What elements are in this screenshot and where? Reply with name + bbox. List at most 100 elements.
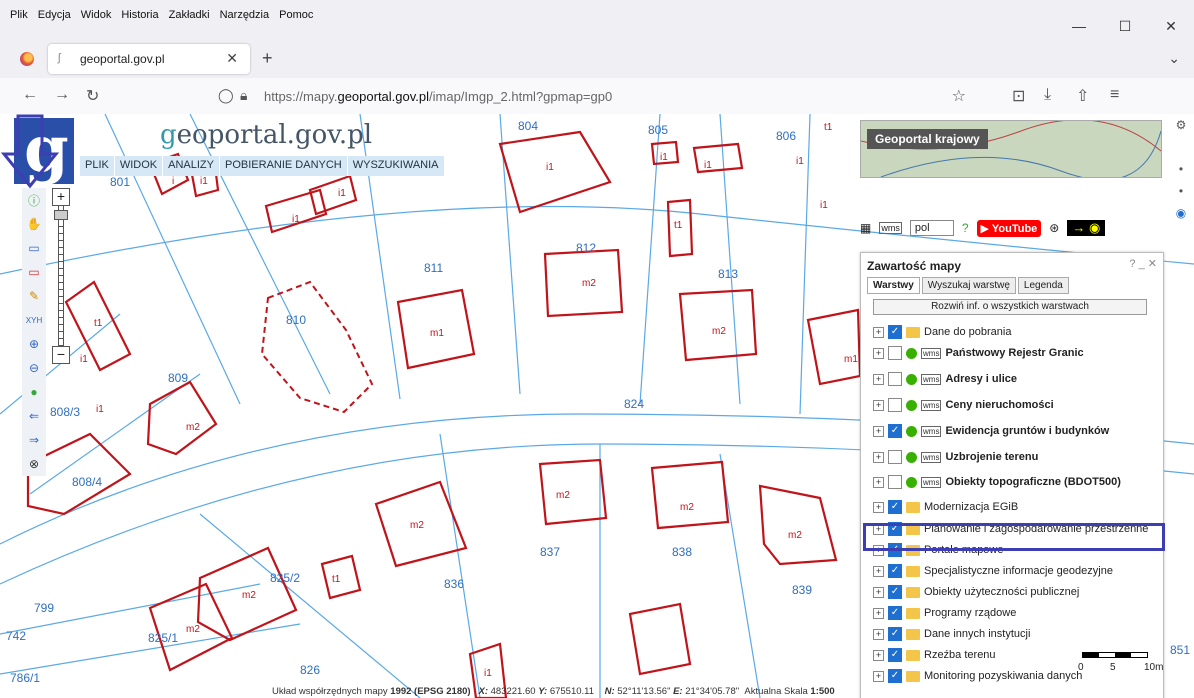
menu-historia[interactable]: Historia: [121, 9, 158, 21]
layer-checkbox[interactable]: [888, 450, 902, 464]
expand-plus-icon[interactable]: +: [873, 565, 884, 577]
globe-icon[interactable]: ●: [22, 380, 46, 404]
wms-icon[interactable]: wms: [879, 222, 902, 234]
panel-controls[interactable]: ? _ ✕: [1129, 257, 1157, 270]
accessibility-icon[interactable]: ⊛: [1049, 221, 1059, 235]
layer-checkbox[interactable]: ✓: [888, 585, 902, 599]
layer-row[interactable]: + wms Państwowy Rejestr Granic: [873, 344, 1084, 362]
menu-plik-site[interactable]: PLIK: [80, 156, 115, 176]
expand-plus-icon[interactable]: +: [873, 501, 884, 513]
maximize-button[interactable]: ☐: [1102, 18, 1148, 35]
forward-button[interactable]: →: [54, 86, 70, 104]
new-tab-button[interactable]: +: [262, 48, 273, 69]
back-button[interactable]: ←: [22, 86, 38, 104]
layer-checkbox[interactable]: ✓: [888, 648, 902, 662]
dot-icon[interactable]: •: [1168, 184, 1194, 198]
deselect-rect-icon[interactable]: ▭: [22, 260, 46, 284]
contrast-eye-icon[interactable]: → ◉: [1067, 220, 1106, 236]
minimize-button[interactable]: —: [1056, 18, 1102, 35]
downloads-icon[interactable]: ⤓: [1044, 86, 1051, 104]
clear-icon[interactable]: ⊗: [22, 452, 46, 476]
layer-row[interactable]: + ✓ Programy rządowe: [873, 604, 1016, 622]
expand-all-button[interactable]: Rozwiń inf. o wszystkich warstwach: [873, 299, 1147, 315]
expand-plus-icon[interactable]: +: [873, 670, 884, 682]
close-tab-icon[interactable]: ✕: [226, 50, 238, 67]
layer-checkbox[interactable]: ✓: [888, 500, 902, 514]
zoom-plus-button[interactable]: +: [52, 188, 70, 206]
expand-plus-icon[interactable]: +: [873, 607, 884, 619]
pocket-icon[interactable]: ⊡: [1012, 86, 1025, 106]
hamburger-menu-icon[interactable]: ≡: [1110, 86, 1119, 104]
layer-row[interactable]: + wms Uzbrojenie terenu: [873, 448, 1038, 466]
layer-checkbox[interactable]: [888, 398, 902, 412]
layer-checkbox[interactable]: [888, 475, 902, 489]
menu-widok-site[interactable]: WIDOK: [114, 156, 164, 176]
layer-checkbox[interactable]: ✓: [888, 325, 902, 339]
layer-checkbox[interactable]: [888, 372, 902, 386]
next-view-icon[interactable]: ⇒: [22, 428, 46, 452]
menu-zakladki[interactable]: Zakładki: [169, 9, 210, 21]
expand-plus-icon[interactable]: +: [873, 373, 884, 385]
menu-edycja[interactable]: Edycja: [38, 9, 71, 21]
layer-row[interactable]: + ✓ Rzeźba terenu: [873, 646, 996, 664]
share-icon[interactable]: ⇧: [1076, 86, 1089, 106]
layer-checkbox[interactable]: ✓: [888, 564, 902, 578]
layer-checkbox[interactable]: [888, 346, 902, 360]
lock-icon[interactable]: 🔒︎: [240, 87, 247, 104]
tab-legenda[interactable]: Legenda: [1017, 277, 1069, 294]
layer-checkbox[interactable]: ✓: [888, 627, 902, 641]
eye-icon[interactable]: ◉: [1168, 206, 1194, 220]
layer-row[interactable]: + ✓ Obiekty użyteczności publicznej: [873, 583, 1079, 601]
layer-checkbox[interactable]: ✓: [888, 669, 902, 683]
tab-wyszukaj-warstwe[interactable]: Wyszukaj warstwę: [921, 277, 1016, 294]
layer-checkbox[interactable]: ✓: [888, 424, 902, 438]
list-tabs-icon[interactable]: ⌄: [1168, 50, 1180, 67]
reload-button[interactable]: ↻: [86, 86, 99, 106]
info-icon[interactable]: ⓘ: [22, 188, 46, 212]
pan-hand-icon[interactable]: ✋: [22, 212, 46, 236]
previous-view-icon[interactable]: ⇐: [22, 404, 46, 428]
expand-plus-icon[interactable]: +: [873, 425, 884, 437]
youtube-button[interactable]: ▶ YouTube: [976, 219, 1042, 237]
menu-pomoc[interactable]: Pomoc: [279, 9, 313, 21]
expand-plus-icon[interactable]: +: [873, 586, 884, 598]
menu-analizy[interactable]: ANALIZY: [163, 156, 220, 176]
layer-row[interactable]: + ✓ wms Ewidencja gruntów i budynków: [873, 422, 1109, 440]
expand-plus-icon[interactable]: +: [873, 649, 884, 661]
url-bar[interactable]: ◯ 🔒︎ https://mapy.geoportal.gov.pl/imap/…: [208, 83, 978, 109]
layer-row[interactable]: + ✓ Specjalistyczne informacje geodezyjne: [873, 562, 1113, 580]
expand-plus-icon[interactable]: +: [873, 628, 884, 640]
menu-widok[interactable]: Widok: [81, 9, 112, 21]
menu-pobieranie-danych[interactable]: POBIERANIE DANYCH: [220, 156, 348, 176]
language-select[interactable]: pol: [909, 220, 954, 236]
xyh-icon[interactable]: XYH: [22, 308, 46, 332]
expand-plus-icon[interactable]: +: [873, 476, 884, 488]
layer-row[interactable]: + ✓ Modernizacja EGiB: [873, 498, 1018, 516]
expand-plus-icon[interactable]: +: [873, 326, 884, 338]
expand-plus-icon[interactable]: +: [873, 347, 884, 359]
zoom-knob[interactable]: [54, 210, 68, 220]
menu-plik[interactable]: Plik: [10, 9, 28, 21]
overview-map[interactable]: Geoportal krajowy: [860, 120, 1162, 178]
calculator-icon[interactable]: ▦: [860, 221, 871, 235]
help-icon[interactable]: ?: [962, 221, 969, 235]
menu-narzedzia[interactable]: Narzędzia: [220, 9, 270, 21]
shield-icon[interactable]: ◯: [218, 87, 234, 104]
layer-row[interactable]: + wms Obiekty topograficzne (BDOT500): [873, 473, 1121, 491]
expand-plus-icon[interactable]: +: [873, 451, 884, 463]
tab-geoportal[interactable]: ʃ geoportal.gov.pl ✕: [48, 44, 250, 74]
layer-row[interactable]: + wms Ceny nieruchomości: [873, 396, 1054, 414]
layer-row[interactable]: + ✓ Dane innych instytucji: [873, 625, 1030, 643]
dot-icon[interactable]: •: [1168, 162, 1194, 176]
layer-row[interactable]: + ✓ Dane do pobrania: [873, 323, 1011, 341]
layer-row[interactable]: + ✓ Monitoring pozyskiwania danych: [873, 667, 1082, 685]
zoom-out-icon[interactable]: ⊖: [22, 356, 46, 380]
firefox-icon[interactable]: [20, 52, 34, 66]
url-text[interactable]: https://mapy.geoportal.gov.pl/imap/Imgp_…: [264, 89, 612, 104]
layer-checkbox[interactable]: ✓: [888, 606, 902, 620]
zoom-in-icon[interactable]: ⊕: [22, 332, 46, 356]
map-canvas[interactable]: 801 804 805 806 809 810 811 812 813 808/…: [0, 114, 1194, 698]
close-window-button[interactable]: ✕: [1148, 18, 1194, 35]
menu-wyszukiwania[interactable]: WYSZUKIWANIA: [347, 156, 445, 176]
zoom-track[interactable]: [58, 206, 64, 346]
